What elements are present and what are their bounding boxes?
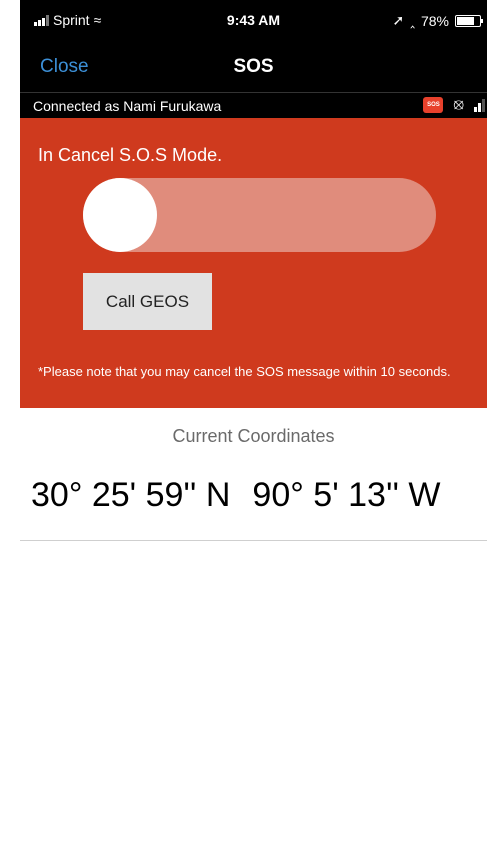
longitude-value: 90° 5' 13'' W	[252, 476, 441, 514]
section-divider	[20, 540, 487, 541]
slider-knob[interactable]	[83, 178, 157, 252]
connection-status-text: Connected as Nami Furukawa	[33, 98, 222, 114]
page-title: SOS	[233, 56, 274, 77]
navigation-bar: Close SOS	[20, 40, 487, 92]
battery-icon	[455, 14, 483, 27]
sos-badge-icon: SOS	[423, 97, 444, 113]
battery-percent: 78%	[420, 12, 449, 29]
mode-label: In Cancel S.O.S Mode.	[38, 145, 223, 165]
connection-icons: SOS ⦻	[423, 97, 485, 113]
screen-left-margin	[0, 0, 20, 855]
latitude-value: 30° 25' 59'' N	[31, 476, 231, 514]
coordinates-value: 30° 25' 59'' N 90° 5' 13'' W	[31, 476, 440, 515]
cancel-note: *Please note that you may cancel the SOS…	[38, 364, 451, 379]
connection-status-bar: Connected as Nami Furukawa SOS ⦻	[20, 92, 487, 119]
location-arrow-icon: ➚	[392, 12, 405, 28]
call-geos-button[interactable]: Call GEOS	[83, 273, 212, 330]
sos-alert-panel: In Cancel S.O.S Mode. Call GEOS *Please …	[20, 118, 487, 408]
app-content: Sprint ≈ 9:43 AM ➚ ‸ 78% Close SOS Conne…	[20, 0, 487, 855]
signal-icon	[474, 98, 485, 112]
battery-fill	[457, 16, 474, 25]
phone-screen: Sprint ≈ 9:43 AM ➚ ‸ 78% Close SOS Conne…	[0, 0, 487, 855]
bluetooth-icon: ‸	[410, 12, 415, 28]
satellite-icon: ⦻	[453, 96, 464, 113]
status-right: ➚ ‸ 78%	[392, 12, 483, 29]
status-bar: Sprint ≈ 9:43 AM ➚ ‸ 78%	[20, 0, 487, 40]
coordinates-label: Current Coordinates	[172, 426, 335, 446]
cancel-sos-slider[interactable]	[83, 178, 436, 252]
